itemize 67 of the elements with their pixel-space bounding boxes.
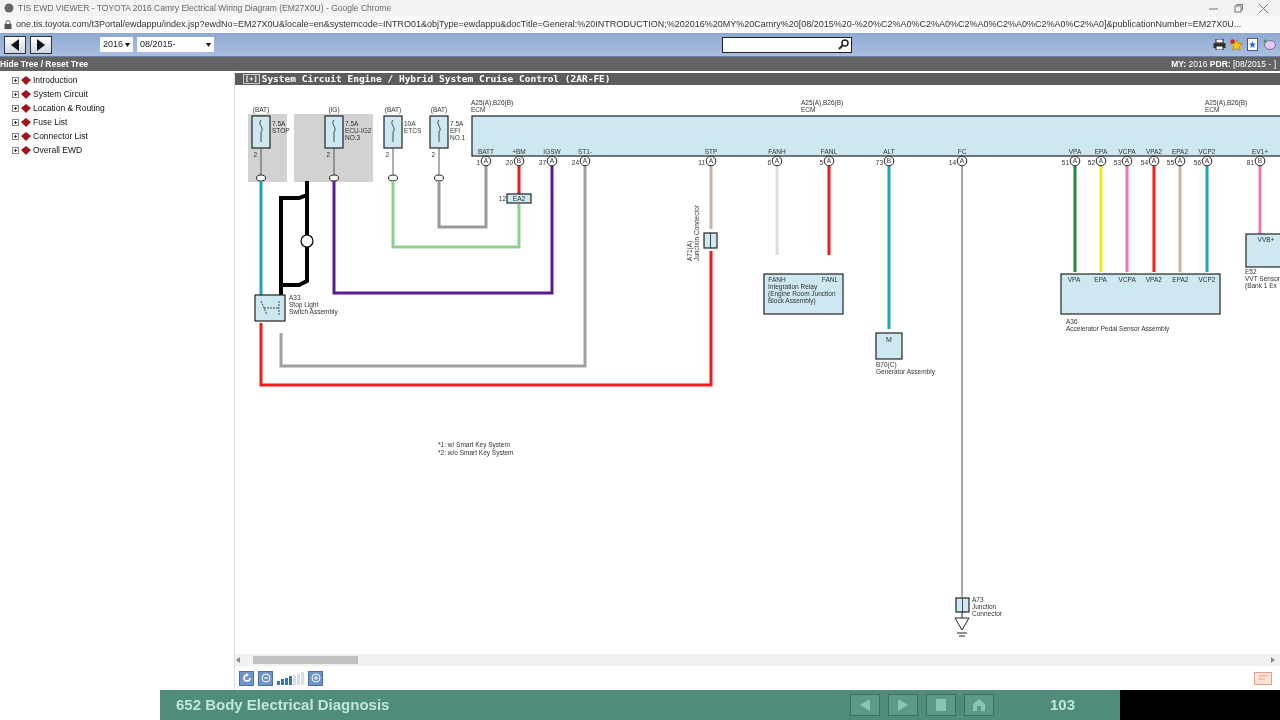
connector-pin — [329, 174, 339, 182]
expand-icon — [12, 146, 19, 154]
reset-button[interactable] — [239, 670, 254, 686]
stop-button[interactable] — [925, 694, 956, 716]
stop-icon — [935, 699, 946, 711]
caret-icon — [125, 42, 130, 47]
scrollbar-thumb[interactable] — [253, 656, 358, 664]
forward-icon — [36, 38, 46, 51]
tree-item[interactable]: Fuse List — [0, 115, 74, 129]
printer-icon[interactable] — [1213, 39, 1226, 50]
divider-line — [710, 232, 711, 249]
back-icon — [858, 699, 871, 711]
tree-item[interactable]: Overall EWD — [0, 143, 89, 157]
restore-icon[interactable] — [1234, 3, 1243, 13]
search-icon — [838, 39, 849, 50]
close-icon[interactable] — [1259, 3, 1268, 13]
zoom-in-icon — [310, 673, 321, 683]
switch-box — [254, 294, 286, 322]
year-select[interactable]: 2016 — [100, 37, 133, 52]
tree-item[interactable]: Introduction — [0, 73, 84, 87]
inline-connector — [506, 193, 532, 204]
component-box — [875, 332, 903, 360]
globe-icon — [4, 3, 14, 13]
star-icon[interactable] — [1230, 38, 1243, 51]
back-button[interactable] — [4, 35, 26, 54]
splice-icon — [300, 234, 314, 248]
expand-icon — [12, 118, 19, 126]
page-number: 103 — [1049, 694, 1075, 715]
window-title: TIS EWD VIEWER - TOYOTA 2016 Camry Electrical Wiring Diagram (EM27X0U) - Google Chrome — [18, 1, 392, 15]
caret-icon — [206, 42, 211, 47]
tree-item[interactable]: Connector List — [0, 129, 94, 143]
refresh-icon — [241, 673, 252, 683]
bookmark-icon[interactable] — [1247, 38, 1258, 51]
play-icon — [896, 699, 909, 711]
zoom-out-icon — [260, 673, 271, 683]
zoom-in-button[interactable] — [308, 670, 323, 686]
component-box — [1245, 233, 1280, 268]
date-select[interactable]: 08/2015- — [137, 37, 214, 52]
scroll-right-icon[interactable] — [1270, 657, 1276, 663]
search-field[interactable] — [722, 36, 852, 53]
expand-icon — [12, 104, 19, 112]
connector-pin — [256, 174, 266, 182]
forward-button[interactable] — [30, 35, 52, 54]
hide-tree-link[interactable]: Hide Tree / Reset Tree — [0, 57, 89, 71]
connector-pin — [434, 174, 444, 182]
lock-icon — [4, 20, 12, 29]
diagram-title: System Circuit Engine / Hybrid System Cruise Control (2AR-FE) — [261, 71, 611, 86]
zoom-out-button[interactable] — [258, 670, 273, 686]
expand-icon — [12, 76, 19, 84]
previous-button[interactable] — [849, 694, 880, 716]
zoom-slider[interactable] — [277, 671, 304, 685]
expand-icon — [12, 90, 19, 98]
expand-icon — [12, 132, 19, 140]
tree-item[interactable]: System Circuit — [0, 87, 94, 101]
tree-item[interactable]: Location & Routing — [0, 101, 111, 115]
home-button[interactable] — [963, 694, 994, 716]
feedback-icon[interactable] — [1254, 671, 1272, 685]
back-icon — [10, 38, 20, 51]
banner-title: 652 Body Electrical Diagnosis — [176, 694, 390, 715]
play-button[interactable] — [887, 694, 918, 716]
ground-icon — [954, 611, 970, 637]
publication-info: MY: 2016 PDR: [08/2015 - ] — [1171, 57, 1277, 71]
switch-symbol — [260, 300, 280, 316]
divider-line — [962, 597, 963, 613]
home-icon — [972, 699, 985, 711]
scroll-left-icon[interactable] — [235, 657, 241, 663]
connector-pin — [388, 174, 398, 182]
